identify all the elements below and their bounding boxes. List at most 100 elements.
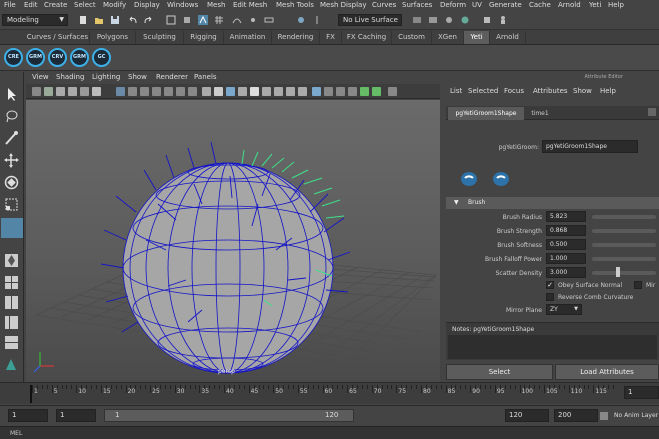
menu-mesh-display[interactable]: Mesh Display [320, 1, 366, 9]
menu-mesh[interactable]: Mesh [207, 1, 225, 9]
wireframe-icon[interactable] [202, 87, 211, 96]
grid-toggle-icon[interactable] [116, 87, 125, 96]
shelf-tab-polygons[interactable]: Polygons [90, 31, 136, 44]
gate-mask-icon[interactable] [152, 87, 161, 96]
menu-create[interactable]: Create [44, 1, 67, 9]
select-button[interactable]: Select [446, 364, 553, 380]
menu-mesh-tools[interactable]: Mesh Tools [276, 1, 314, 9]
mirror-checkbox[interactable] [634, 281, 642, 289]
current-frame-field[interactable]: 1 [624, 386, 659, 399]
menu-file[interactable]: File [4, 1, 16, 9]
scale-tool-icon[interactable] [3, 196, 20, 213]
grease-pencil-icon[interactable] [92, 87, 101, 96]
time-slider[interactable]: 1 5 10 15 20 25 30 35 40 45 50 55 60 65 70 75 80 85 90 95 10… [0, 382, 659, 404]
yeti-brush-tool-icon[interactable] [1, 218, 23, 238]
menu-curves[interactable]: Curves [372, 1, 396, 9]
field-chart-icon[interactable] [164, 87, 173, 96]
2d-pan-zoom-icon[interactable] [80, 87, 89, 96]
ambient-occlusion-icon[interactable] [274, 87, 283, 96]
select-tool-icon[interactable] [3, 86, 20, 103]
range-slider[interactable]: 1 120 [104, 409, 354, 422]
ae-menu-help[interactable]: Help [600, 87, 616, 95]
shelf-tab-rigging[interactable]: Rigging [184, 31, 224, 44]
viewport-menu-lighting[interactable]: Lighting [92, 73, 120, 81]
node-name-field[interactable]: pgYetiGroom1Shape [542, 140, 638, 153]
lasso-tool-icon[interactable] [3, 108, 20, 125]
tab-time1[interactable]: time1 [526, 107, 554, 120]
ae-menu-selected[interactable]: Selected [468, 87, 498, 95]
modeling-toolkit-icon[interactable] [482, 15, 492, 25]
safe-title-icon[interactable] [188, 87, 197, 96]
yeti-groom-graph-icon[interactable]: GRM [70, 48, 89, 67]
depth-of-field-icon[interactable] [298, 87, 307, 96]
smooth-shade-icon[interactable] [214, 87, 223, 96]
shelf-tab-custom[interactable]: Custom [392, 31, 432, 44]
resolution-gate-icon[interactable] [140, 87, 149, 96]
bookmark-icon[interactable] [56, 87, 65, 96]
safe-action-icon[interactable] [176, 87, 185, 96]
make-live-icon[interactable] [296, 15, 306, 25]
shelf-tab-fx-caching[interactable]: FX Caching [342, 31, 392, 44]
isolate-select-icon[interactable] [312, 87, 321, 96]
anti-aliasing-icon[interactable] [286, 87, 295, 96]
yeti-curves-icon[interactable]: CRV [48, 48, 67, 67]
snap-view-plane-icon[interactable] [264, 15, 274, 25]
shelf-tab-rendering[interactable]: Rendering [272, 31, 320, 44]
side-by-side-layout-icon[interactable] [3, 294, 20, 311]
textured-icon[interactable] [238, 87, 247, 96]
move-tool-icon[interactable] [3, 152, 20, 169]
select-by-hierarchy-icon[interactable] [166, 15, 176, 25]
outliner-layout-icon[interactable] [3, 314, 20, 331]
animation-end-field[interactable]: 200 [554, 409, 598, 422]
color-management-icon[interactable] [388, 87, 397, 96]
yeti-groom-icon[interactable]: GRM [26, 48, 45, 67]
menu-select[interactable]: Select [74, 1, 96, 9]
shelf-tab-curves-surfaces[interactable]: Curves / Surfaces [26, 31, 90, 44]
yeti-create-icon[interactable]: CRE [4, 48, 23, 67]
redo-icon[interactable] [143, 15, 153, 25]
ae-menu-list[interactable]: List [450, 87, 462, 95]
notes-textarea[interactable] [448, 335, 657, 359]
menu-uv[interactable]: UV [472, 1, 482, 9]
brush-strength-field[interactable]: 0.868 [546, 225, 586, 236]
menu-surfaces[interactable]: Surfaces [402, 1, 432, 9]
menu-generate[interactable]: Generate [489, 1, 522, 9]
camera-attributes-icon[interactable] [44, 87, 53, 96]
select-by-object-icon[interactable] [182, 15, 192, 25]
mode-selector[interactable]: Modeling ▼ [2, 14, 68, 26]
focus-icon[interactable] [648, 108, 656, 116]
playback-end-field[interactable]: 120 [505, 409, 549, 422]
menu-display[interactable]: Display [134, 1, 160, 9]
paint-select-tool-icon[interactable] [3, 130, 20, 147]
brush-strength-slider[interactable] [592, 229, 656, 233]
load-attributes-button[interactable]: Load Attributes [555, 364, 659, 380]
render-icon[interactable] [412, 15, 422, 25]
brush-softness-field[interactable]: 0.500 [546, 239, 586, 250]
menu-windows[interactable]: Windows [167, 1, 198, 9]
xray-components-icon[interactable] [348, 87, 357, 96]
camera-select-icon[interactable] [32, 87, 41, 96]
menu-deform[interactable]: Deform [440, 1, 466, 9]
sphere-mesh[interactable] [123, 163, 333, 373]
menu-yeti[interactable]: Yeti [589, 1, 601, 9]
mirror-plane-dropdown[interactable]: ZY ▼ [546, 304, 582, 315]
script-layout-icon[interactable] [3, 356, 20, 373]
wireframe-on-shaded-icon[interactable] [226, 87, 235, 96]
animation-start-field[interactable]: 1 [8, 409, 48, 422]
viewport-menu-show[interactable]: Show [128, 73, 147, 81]
viewport-menu-shading[interactable]: Shading [56, 73, 84, 81]
menu-arnold[interactable]: Arnold [558, 1, 581, 9]
snap-grid-icon[interactable] [214, 15, 224, 25]
viewport-menu-renderer[interactable]: Renderer [156, 73, 188, 81]
render-settings-icon[interactable] [444, 15, 454, 25]
shelf-tab-arnold[interactable]: Arnold [490, 31, 526, 44]
brush-softness-slider[interactable] [592, 243, 656, 247]
image-plane-icon[interactable] [68, 87, 77, 96]
exposure-icon[interactable] [360, 87, 369, 96]
command-line[interactable]: MEL [0, 426, 659, 439]
save-scene-icon[interactable] [110, 15, 120, 25]
snap-curve-icon[interactable] [232, 15, 242, 25]
menu-help[interactable]: Help [608, 1, 624, 9]
tab-pgyetigroom1shape[interactable]: pgYetiGroom1Shape [448, 107, 524, 120]
brush-radius-field[interactable]: 5.823 [546, 211, 586, 222]
